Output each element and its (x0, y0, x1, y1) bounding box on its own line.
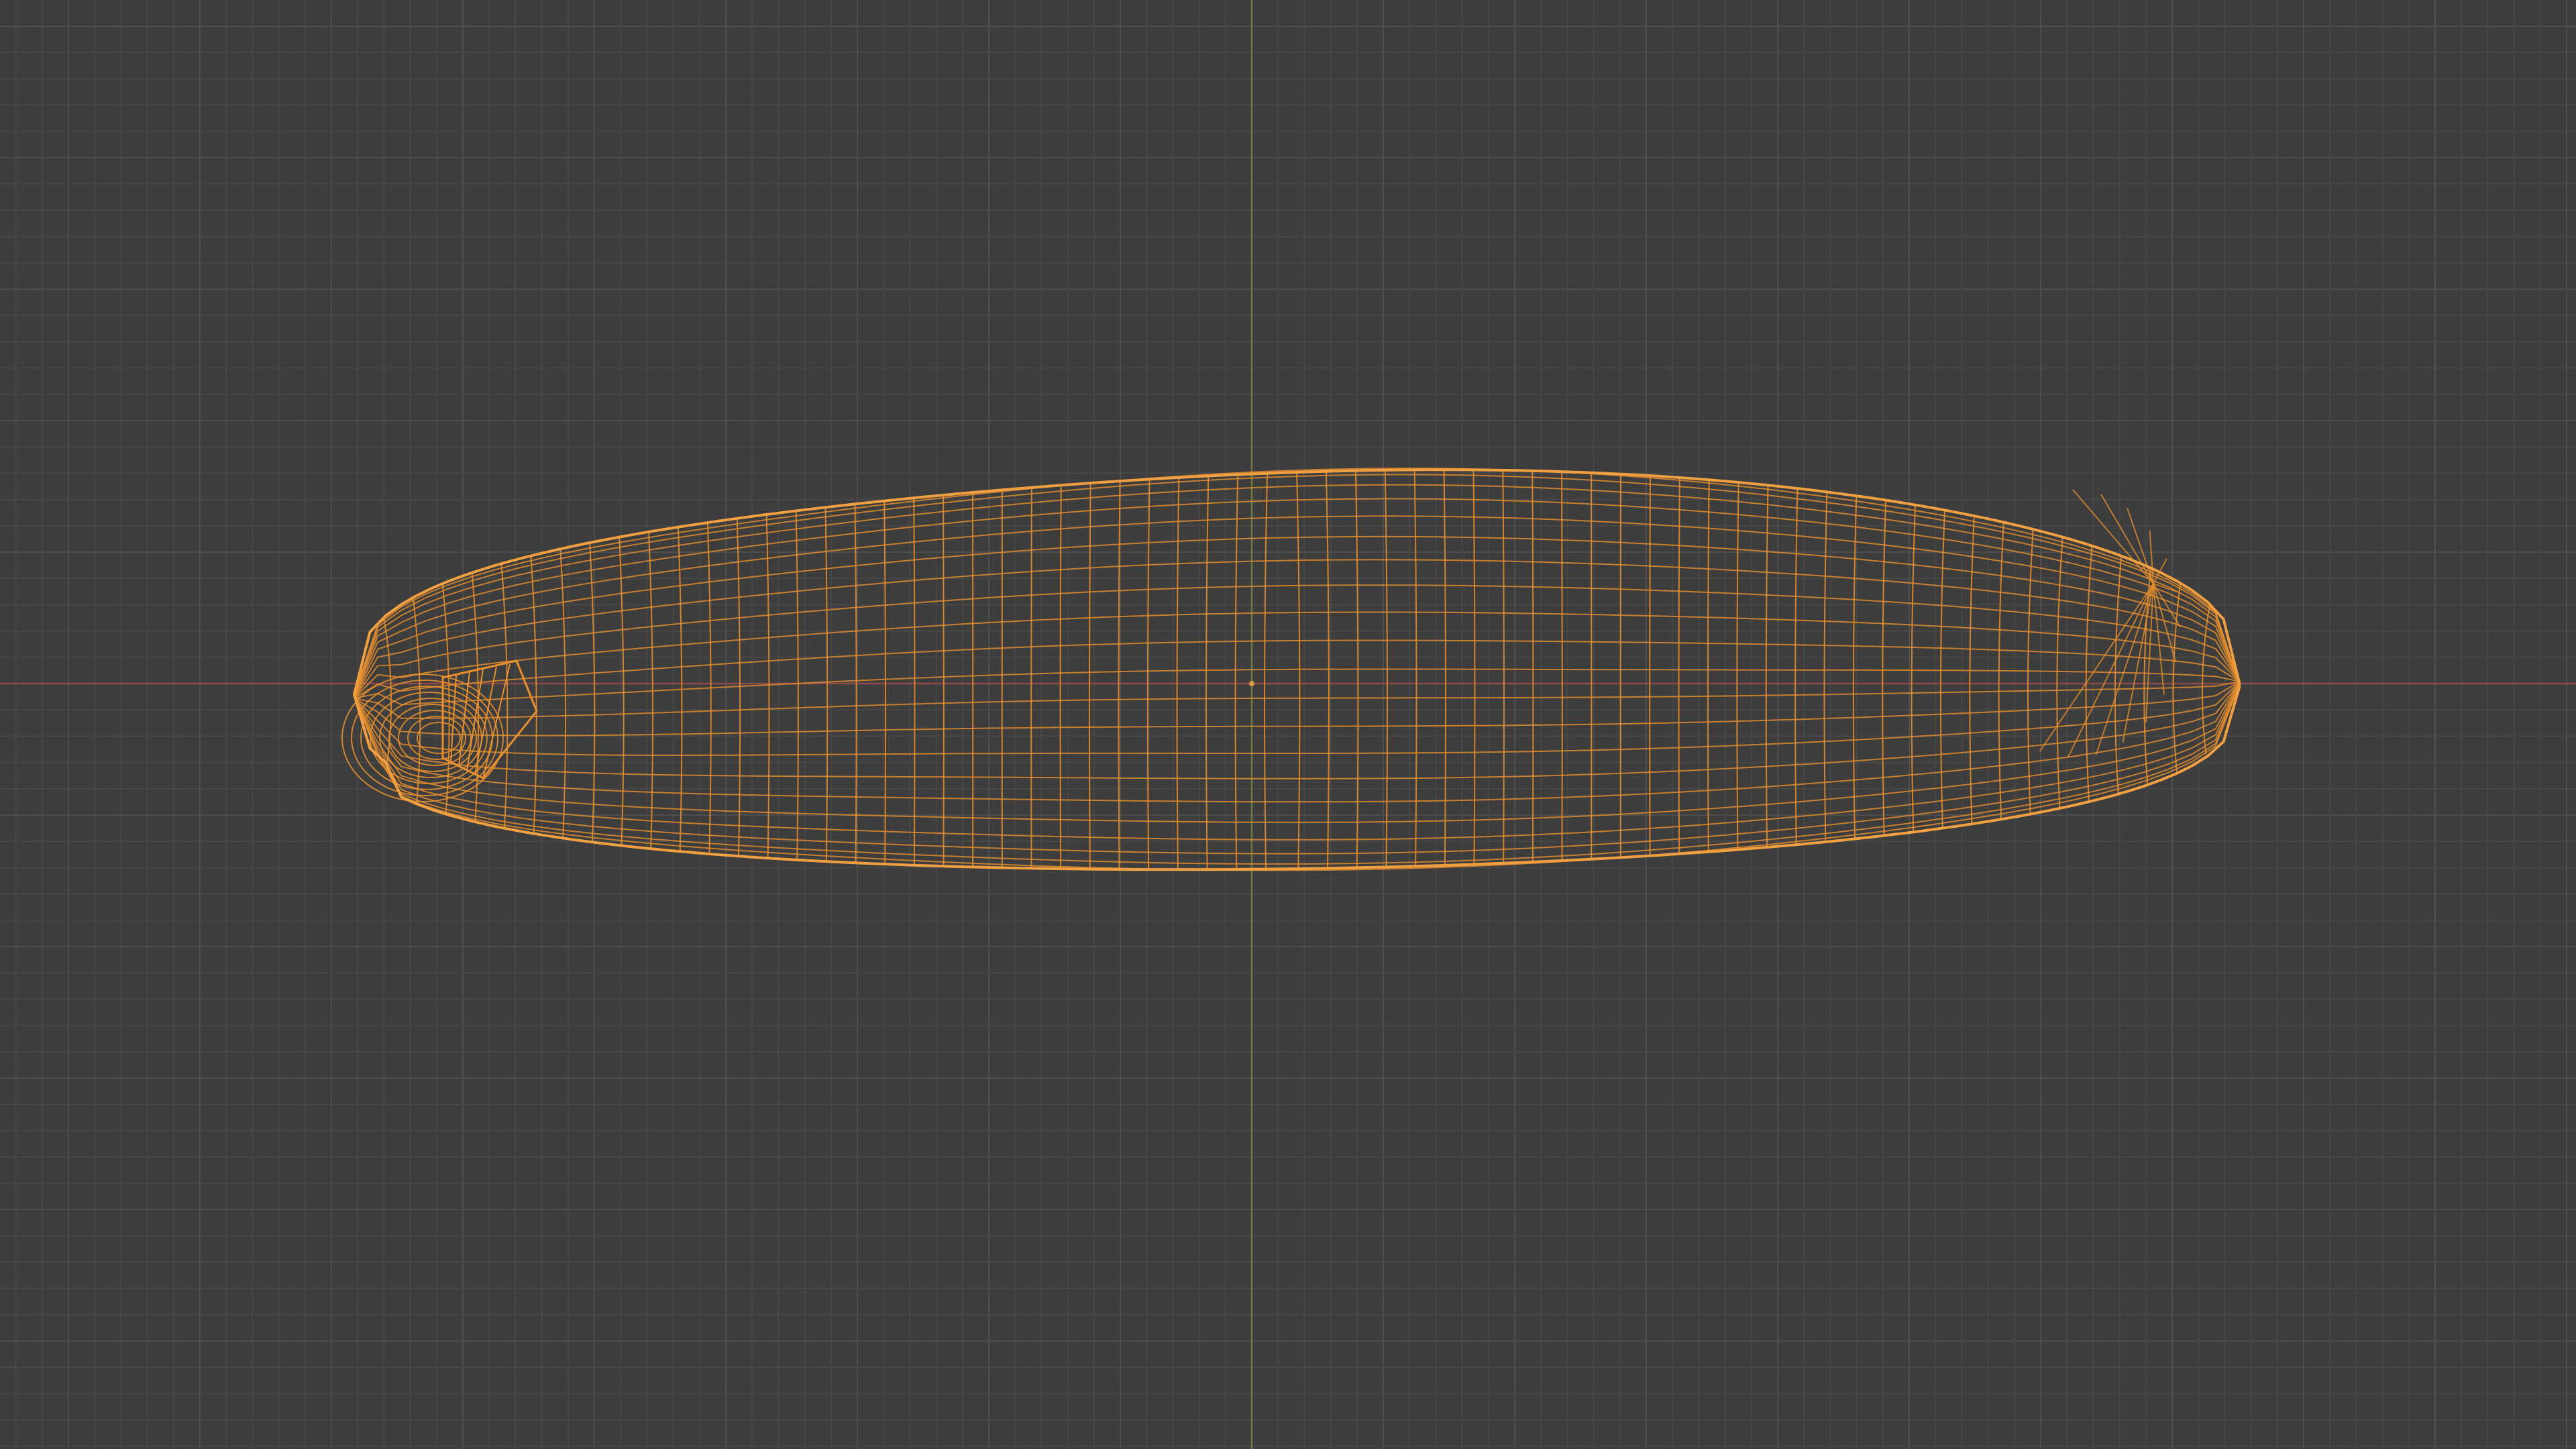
ring-edge (1296, 472, 1301, 869)
ring-edge (1939, 510, 1945, 828)
ring-edge (648, 531, 654, 849)
ring-edge (2056, 537, 2063, 808)
3d-viewport[interactable] (0, 0, 2576, 1449)
ring-edge (1969, 515, 1975, 824)
ring-edge (1707, 480, 1710, 852)
ring-edge (1030, 487, 1032, 869)
longitudinal-edge (354, 468, 2240, 696)
tip-edge (2072, 489, 2154, 584)
ring-edge (1413, 470, 1417, 867)
object-origin-point[interactable] (1249, 681, 1254, 686)
ring-edge (619, 537, 625, 846)
viewport-canvas[interactable] (0, 0, 2576, 1449)
longitudinal-edge (354, 681, 2240, 737)
longitudinal-edge (354, 611, 2240, 699)
ring-edge (1502, 470, 1505, 863)
ring-edge (2114, 555, 2123, 794)
ring-edge (795, 511, 799, 860)
ring-edge (883, 500, 887, 865)
ring-edge (1264, 473, 1269, 869)
ring-edge (1472, 470, 1476, 865)
selected-mesh-object[interactable] (341, 468, 2241, 871)
longitudinal-edge (354, 681, 2240, 756)
ring-edge (1532, 470, 1534, 862)
ring-edge (1176, 477, 1180, 870)
longitudinal-edge (354, 498, 2240, 697)
ring-edge (1443, 470, 1446, 865)
longitudinal-edge (354, 682, 2240, 780)
ring-edge (943, 495, 945, 867)
ring-edge (1736, 482, 1739, 850)
ring-edge (1852, 496, 1858, 839)
ring-edge (765, 514, 770, 859)
longitudinal-edge (354, 668, 2240, 706)
ring-edge (2172, 582, 2182, 772)
ring-edge (530, 555, 537, 833)
ring-edge (1794, 488, 1799, 845)
longitudinal-edge (354, 682, 2240, 803)
ring-edge (1205, 476, 1210, 870)
ring-edge (1234, 474, 1239, 869)
floor-grid (0, 0, 2576, 1449)
ring-edge (736, 518, 741, 857)
longitudinal-edge (354, 681, 2240, 719)
ring-edge (1678, 477, 1680, 854)
ring-edge (559, 549, 567, 838)
ring-edge (1765, 485, 1769, 847)
ring-edge (1147, 479, 1150, 870)
longitudinal-edge (354, 684, 2240, 871)
mesh-longitudinal-edges (354, 468, 2240, 871)
ring-edge (1089, 483, 1091, 869)
ring-edge (1911, 504, 1917, 832)
longitudinal-edge (354, 584, 2240, 698)
